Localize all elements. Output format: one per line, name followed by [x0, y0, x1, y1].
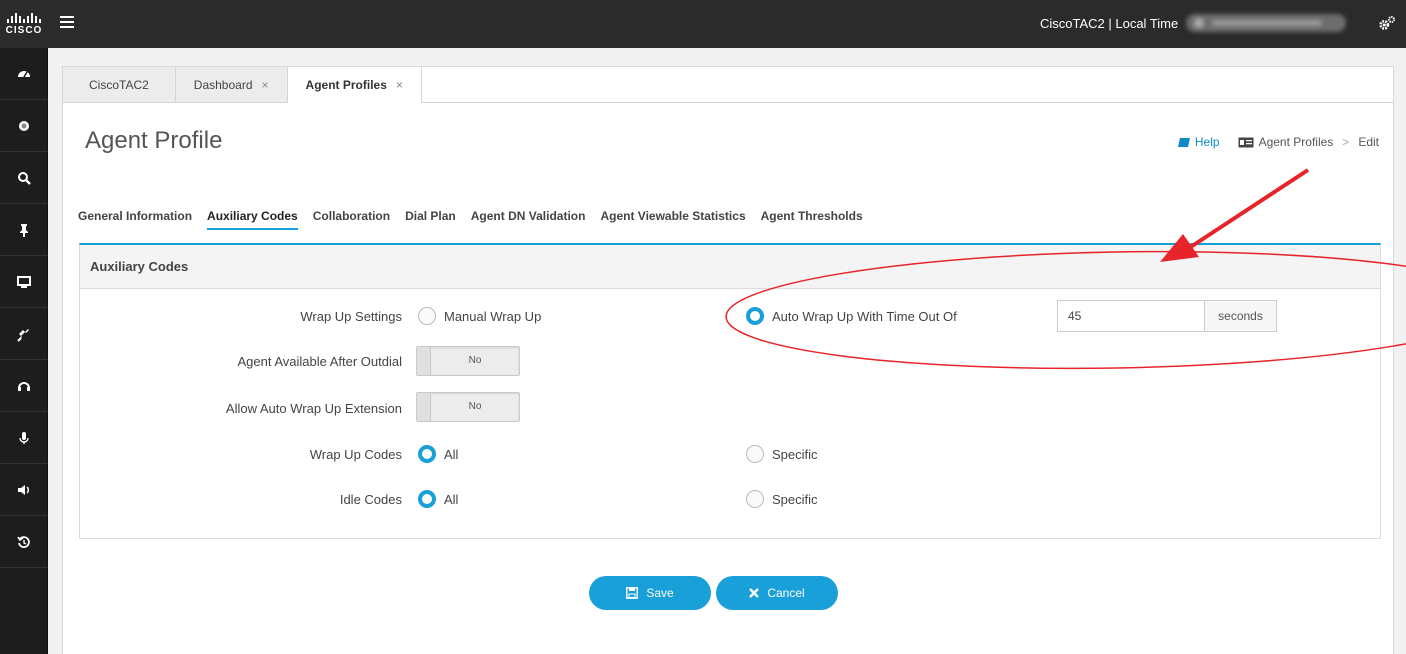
cancel-button[interactable]: Cancel — [716, 576, 838, 610]
timeout-input-group: seconds — [1057, 300, 1277, 332]
headset-icon — [18, 381, 30, 391]
idle-codes-label: Idle Codes — [339, 492, 402, 507]
help-link[interactable]: Help — [1177, 135, 1220, 149]
radio-circle — [746, 490, 764, 508]
radio-label: Specific — [772, 491, 818, 507]
breadcrumb-current: Edit — [1358, 135, 1379, 149]
tab-label: Dashboard — [193, 78, 253, 92]
sidebar-item-pin[interactable] — [0, 204, 48, 256]
tab-panel: CiscoTAC2 Dashboard × Agent Profiles × Age… — [62, 66, 1394, 654]
section-title: Auxiliary Codes — [80, 245, 1380, 289]
radio-label: Specific — [772, 446, 818, 462]
help-label: Help — [1194, 135, 1220, 149]
subtab-dial-plan[interactable]: Dial Plan — [405, 209, 456, 230]
tab-label: Agent Profiles — [305, 78, 387, 92]
hamburger-menu-icon[interactable] — [60, 16, 74, 28]
logo-text: CISCO — [5, 24, 43, 36]
sidebar-item-search[interactable] — [0, 152, 48, 204]
manual-wrap-up-radio[interactable]: Manual Wrap Up — [418, 307, 541, 325]
speaker-icon — [18, 484, 29, 495]
radio-label: All — [444, 491, 459, 507]
sidebar-item-history[interactable] — [0, 516, 48, 568]
idle-codes-all-radio[interactable]: All — [418, 490, 458, 508]
sidebar-item-headset[interactable] — [0, 360, 48, 412]
user-menu[interactable] — [1186, 14, 1346, 32]
radio-label: Manual Wrap Up — [444, 308, 542, 324]
subtab-agent-dn-validation[interactable]: Agent DN Validation — [471, 209, 586, 230]
main-content: CiscoTAC2 Dashboard × Agent Profiles × Age… — [48, 48, 1406, 654]
desktop-icon — [17, 275, 31, 288]
agent-available-after-outdial-label: Agent Available After Outdial — [237, 354, 402, 369]
tab-agent-profiles[interactable]: Agent Profiles × — [287, 67, 422, 103]
tab-strip: CiscoTAC2 Dashboard × Agent Profiles × — [63, 67, 422, 103]
close-icon[interactable]: × — [396, 78, 403, 92]
book-icon — [1177, 137, 1190, 147]
subtab-auxiliary-codes[interactable]: Auxiliary Codes — [207, 209, 298, 230]
wrap-up-codes-label: Wrap Up Codes — [309, 447, 402, 462]
tab-dashboard[interactable]: Dashboard × — [175, 67, 288, 103]
wrap-up-codes-specific-radio[interactable]: Specific — [746, 445, 818, 463]
cancel-label: Cancel — [767, 586, 805, 600]
timeout-unit: seconds — [1204, 301, 1276, 331]
radio-circle — [418, 445, 436, 463]
tab-label: CiscoTAC2 — [89, 78, 149, 92]
cisco-logo-bars-icon — [7, 12, 41, 23]
auto-wrap-up-radio[interactable]: Auto Wrap Up With Time Out Of — [746, 307, 957, 325]
save-label: Save — [646, 586, 674, 600]
page-header-links: Help Agent Profiles > Edit — [1177, 135, 1379, 149]
search-icon — [18, 171, 31, 185]
radio-label: Auto Wrap Up With Time Out Of — [772, 308, 957, 324]
pin-icon — [20, 223, 28, 237]
allow-auto-wrap-up-extension-toggle[interactable]: No — [416, 392, 520, 422]
close-icon — [749, 588, 760, 598]
top-bar: CISCO CiscoTAC2 | Local Time — [0, 0, 1406, 48]
sidebar — [0, 48, 48, 654]
subtab-agent-viewable-statistics[interactable]: Agent Viewable Statistics — [600, 209, 745, 230]
radio-label: All — [444, 446, 459, 462]
subtab-strip: General Information Auxiliary Codes Coll… — [78, 209, 863, 230]
radio-circle — [746, 307, 764, 325]
breadcrumb: Agent Profiles > Edit — [1238, 135, 1379, 149]
page-title: Agent Profile — [85, 127, 223, 154]
sidebar-item-dashboard[interactable] — [0, 48, 48, 100]
subtab-collaboration[interactable]: Collaboration — [313, 209, 390, 230]
record-icon — [19, 120, 29, 131]
wrap-up-settings-label: Wrap Up Settings — [300, 309, 402, 324]
timeout-seconds-input[interactable] — [1058, 301, 1204, 331]
id-card-icon — [1238, 137, 1254, 147]
radio-circle — [418, 490, 436, 508]
toggle-value: No — [468, 355, 482, 366]
allow-auto-wrap-up-extension-label: Allow Auto Wrap Up Extension — [225, 401, 402, 416]
idle-codes-specific-radio[interactable]: Specific — [746, 490, 818, 508]
sidebar-item-record[interactable] — [0, 100, 48, 152]
subtab-agent-thresholds[interactable]: Agent Thresholds — [761, 209, 863, 230]
dashboard-icon — [18, 70, 30, 77]
plug-icon — [17, 328, 29, 342]
history-icon — [17, 535, 30, 548]
radio-circle — [746, 445, 764, 463]
subtab-general-information[interactable]: General Information — [78, 209, 192, 230]
tab-ciscotac2[interactable]: CiscoTAC2 — [63, 67, 176, 103]
sidebar-item-microphone[interactable] — [0, 412, 48, 464]
save-button[interactable]: Save — [589, 576, 711, 610]
radio-circle — [418, 307, 436, 325]
app-window: CISCO CiscoTAC2 | Local Time CiscoTAC2 D… — [0, 0, 1406, 654]
floppy-disk-icon — [626, 587, 639, 599]
breadcrumb-separator: > — [1342, 135, 1350, 149]
sidebar-item-desktop[interactable] — [0, 256, 48, 308]
sidebar-item-plug[interactable] — [0, 308, 48, 360]
toggle-value: No — [468, 401, 482, 412]
microphone-icon — [19, 431, 29, 444]
wrap-up-codes-all-radio[interactable]: All — [418, 445, 458, 463]
breadcrumb-agent-profiles[interactable]: Agent Profiles — [1259, 135, 1334, 149]
close-icon[interactable]: × — [262, 78, 269, 92]
cisco-logo: CISCO — [0, 0, 48, 48]
auxiliary-codes-section: Auxiliary Codes Wrap Up Settings Manual … — [79, 243, 1381, 539]
agent-available-after-outdial-toggle[interactable]: No — [416, 346, 520, 376]
tenant-local-time: CiscoTAC2 | Local Time — [1040, 16, 1179, 31]
settings-gears-icon[interactable] — [1378, 15, 1396, 33]
sidebar-item-speaker[interactable] — [0, 464, 48, 516]
